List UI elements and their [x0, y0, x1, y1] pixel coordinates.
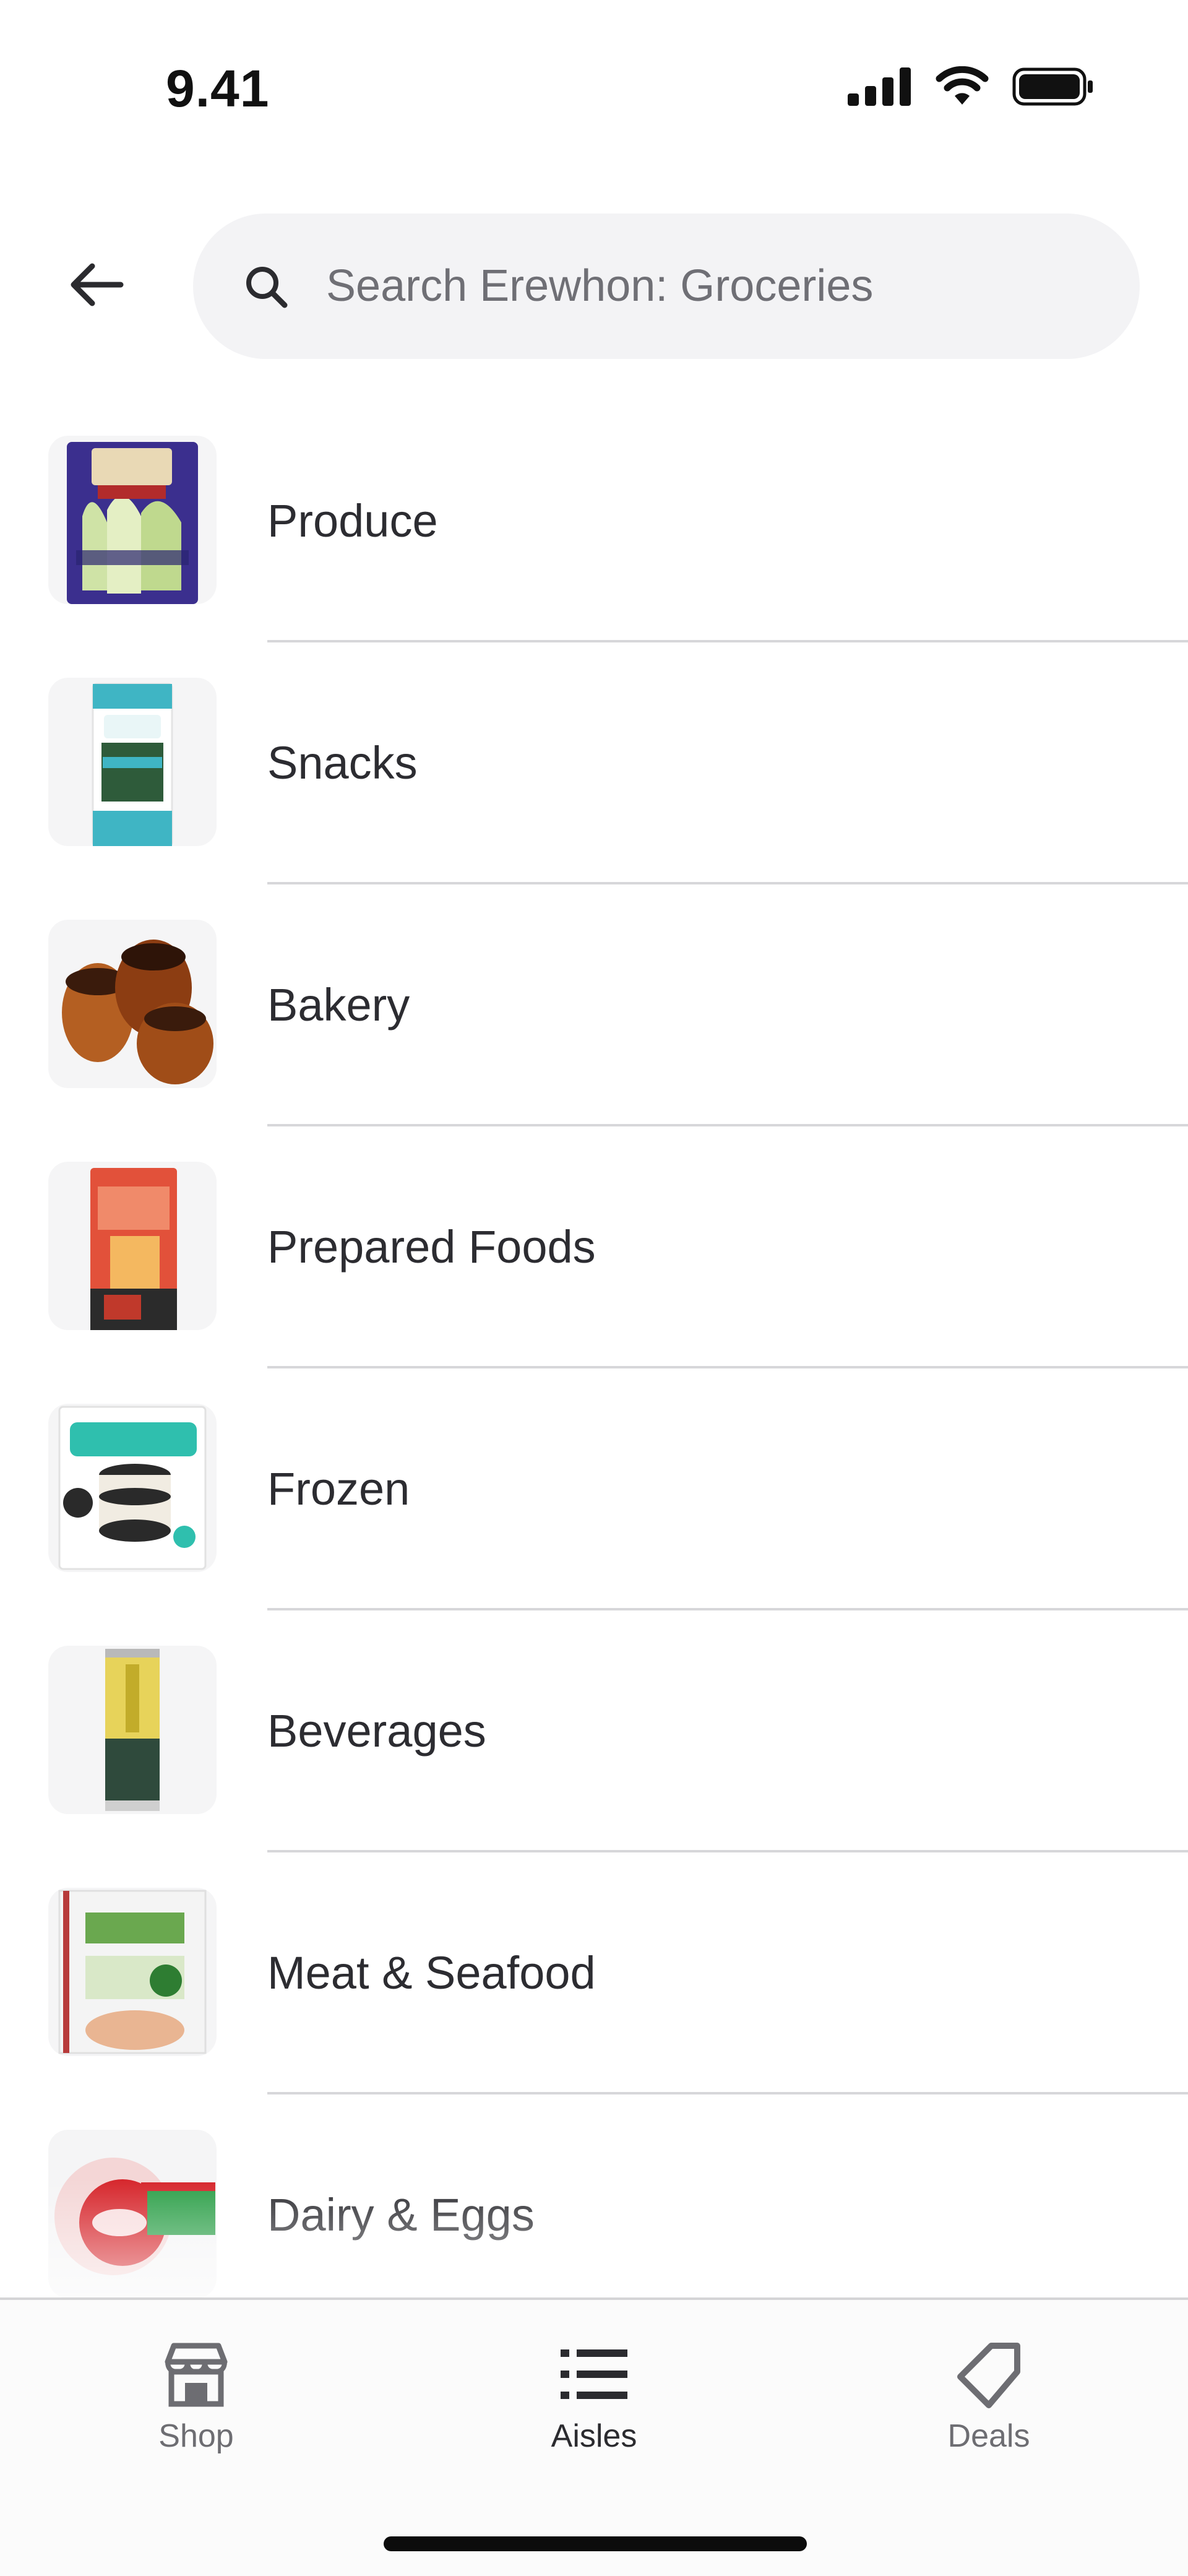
bottom-nav: Shop Aisles Deals [0, 2297, 1188, 2576]
aisle-row-prepared-foods[interactable]: Prepared Foods [0, 1142, 1188, 1384]
wifi-icon [936, 66, 989, 105]
aisle-row-beverages[interactable]: Beverages [0, 1626, 1188, 1868]
smoked-turkey-image [48, 1888, 217, 2056]
search-placeholder: Search Erewhon: Groceries [326, 261, 874, 311]
divider [267, 1366, 1188, 1368]
aisle-label: Meat & Seafood [267, 1947, 596, 1999]
romaine-hearts-image [48, 436, 217, 604]
goodpop-image [48, 1404, 217, 1572]
divider [267, 640, 1188, 642]
home-indicator[interactable] [384, 2536, 807, 2551]
aisle-row-meat-seafood[interactable]: Meat & Seafood [0, 1868, 1188, 2110]
divider [267, 2092, 1188, 2094]
status-bar: 9.41 [0, 0, 1188, 173]
back-button[interactable] [56, 251, 136, 319]
aisle-label: Produce [267, 495, 438, 547]
aisle-label: Bakery [267, 979, 410, 1031]
aisles-screen: 9.41 Search Erewhon: Groceries Produce S… [0, 0, 1188, 2576]
storefront-icon [165, 2343, 228, 2407]
aisle-list: Produce Snacks Bakery Prepared Foods Fro… [0, 416, 1188, 2352]
aisle-row-bakery[interactable]: Bakery [0, 900, 1188, 1142]
battery-icon [1012, 67, 1093, 106]
nav-deals[interactable]: Deals [890, 2325, 1088, 2467]
aisle-row-frozen[interactable]: Frozen [0, 1384, 1188, 1626]
nav-aisles[interactable]: Aisles [495, 2325, 693, 2467]
aisle-label: Snacks [267, 737, 418, 789]
header: Search Erewhon: Groceries [0, 214, 1188, 359]
search-input[interactable]: Search Erewhon: Groceries [193, 214, 1140, 359]
canele-pastries-image [48, 920, 217, 1088]
nav-shop[interactable]: Shop [97, 2325, 295, 2467]
nav-label: Deals [947, 2418, 1030, 2454]
status-time: 9.41 [166, 59, 270, 118]
nav-label: Aisles [551, 2418, 637, 2454]
divider [267, 1608, 1188, 1610]
list-icon [561, 2349, 627, 2399]
aisle-label: Frozen [267, 1463, 410, 1515]
seaweed-snack-image [48, 678, 217, 846]
arrow-left-icon [71, 263, 124, 306]
search-icon [246, 267, 288, 308]
aisle-row-produce[interactable]: Produce [0, 416, 1188, 658]
rice-ramen-image [48, 1162, 217, 1330]
divider [267, 1124, 1188, 1126]
aisle-row-snacks[interactable]: Snacks [0, 658, 1188, 900]
aisle-label: Prepared Foods [267, 1221, 596, 1273]
status-icons [848, 65, 1094, 108]
aisle-label: Beverages [267, 1705, 486, 1757]
cellular-signal-icon [848, 67, 911, 106]
nav-label: Shop [158, 2418, 234, 2454]
divider [267, 882, 1188, 884]
tag-icon [957, 2343, 1020, 2408]
scroll-fade [0, 2179, 1188, 2302]
divider [267, 1850, 1188, 1852]
beverage-can-image [48, 1646, 217, 1814]
